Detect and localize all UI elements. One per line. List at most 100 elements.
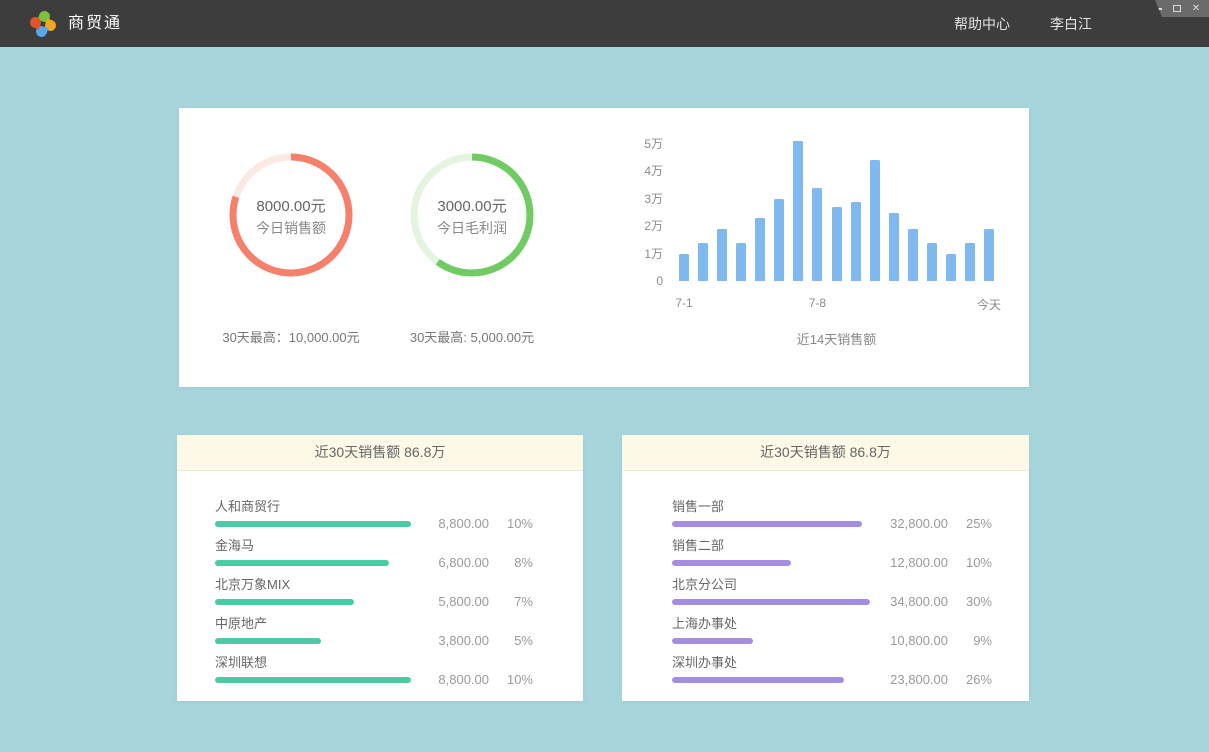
today-profit-label: 今日毛利润 <box>410 218 534 239</box>
rank-row: 销售一部32,800.0025% <box>672 488 992 527</box>
rank-row: 中原地产3,800.005% <box>215 605 533 644</box>
rank-bar <box>672 560 791 566</box>
rank-amount: 32,800.00 <box>870 516 948 531</box>
rank-item: 上海办事处 <box>672 616 870 644</box>
rank-percent: 7% <box>489 594 533 609</box>
rank-item: 北京万象MIX <box>215 577 411 605</box>
rank-row: 深圳联想8,800.0010% <box>215 644 533 683</box>
rank-bar-track <box>215 521 411 527</box>
rank-item-name: 深圳联想 <box>215 655 411 670</box>
rank-item: 人和商贸行 <box>215 499 411 527</box>
close-button[interactable]: ✕ <box>1191 4 1201 14</box>
sales-bar <box>736 243 746 281</box>
rank-row: 人和商贸行8,800.0010% <box>215 488 533 527</box>
titlebar-nav: 帮助中心 李白江 <box>954 0 1092 47</box>
rank-bar <box>672 521 862 527</box>
minimize-icon <box>1154 8 1162 10</box>
ring-center-text: 8000.00元 今日销售额 <box>229 191 353 239</box>
rank-row: 北京万象MIX5,800.007% <box>215 566 533 605</box>
rank-amount: 34,800.00 <box>870 594 948 609</box>
rank-item: 金海马 <box>215 538 411 566</box>
rank-bar <box>215 638 321 644</box>
rank-percent: 10% <box>489 516 533 531</box>
rank-row: 深圳办事处23,800.0026% <box>672 644 992 683</box>
rank-amount: 8,800.00 <box>411 672 489 687</box>
close-icon: ✕ <box>1192 4 1200 14</box>
today-sales-label: 今日销售额 <box>229 218 353 239</box>
rank-item-name: 销售一部 <box>672 499 870 514</box>
user-name-link[interactable]: 李白江 <box>1050 14 1092 34</box>
rank-row: 上海办事处10,800.009% <box>672 605 992 644</box>
sales-bar <box>946 254 956 281</box>
rank-percent: 9% <box>948 633 992 648</box>
y-tick-label: 0 <box>619 274 663 288</box>
x-tick-label: 今天 <box>977 296 1001 313</box>
sales-bar <box>965 243 975 281</box>
rank-amount: 3,800.00 <box>411 633 489 648</box>
rank-percent: 8% <box>489 555 533 570</box>
rank-bar <box>672 677 844 683</box>
rank-item: 北京分公司 <box>672 577 870 605</box>
today-profit-donut: 3000.00元 今日毛利润 <box>410 153 534 277</box>
rank-bar-track <box>215 638 411 644</box>
app-window: 商贸通 帮助中心 李白江 ✕ 8000.00元 今日销售额 30天最 <box>0 0 1209 752</box>
rank-row: 销售二部12,800.0010% <box>672 527 992 566</box>
rank-row: 金海马6,800.008% <box>215 527 533 566</box>
today-profit-value: 3000.00元 <box>410 196 534 218</box>
rank-percent: 10% <box>948 555 992 570</box>
rank-bar-track <box>215 677 411 683</box>
today-sales-donut: 8000.00元 今日销售额 <box>229 153 353 277</box>
app-title: 商贸通 <box>68 0 122 47</box>
rank-bar <box>672 599 870 605</box>
sales-bar <box>793 141 803 281</box>
rank-item-name: 销售二部 <box>672 538 870 553</box>
x-tick-label: 7-1 <box>675 296 692 310</box>
rank-values: 5,800.007% <box>411 594 533 609</box>
ring-center-text: 3000.00元 今日毛利润 <box>410 191 534 239</box>
rank-item-name: 上海办事处 <box>672 616 870 631</box>
rank-item: 销售二部 <box>672 538 870 566</box>
rank-percent: 25% <box>948 516 992 531</box>
rank-percent: 10% <box>489 672 533 687</box>
sales-bar <box>698 243 708 281</box>
rank-item-name: 人和商贸行 <box>215 499 411 514</box>
rank-amount: 5,800.00 <box>411 594 489 609</box>
rank-bar-track <box>672 677 870 683</box>
sales-bar <box>774 199 784 281</box>
sales-bar <box>870 160 880 281</box>
rank-item: 深圳办事处 <box>672 655 870 683</box>
rank-amount: 8,800.00 <box>411 516 489 531</box>
maximize-icon <box>1173 5 1181 12</box>
customer-rank-list: 人和商贸行8,800.0010%金海马6,800.008%北京万象MIX5,80… <box>177 471 583 683</box>
rank-bar <box>672 638 753 644</box>
rank-bar <box>215 560 389 566</box>
rank-amount: 6,800.00 <box>411 555 489 570</box>
sales-bar <box>755 218 765 281</box>
y-tick-label: 1万 <box>619 247 663 261</box>
minimize-button[interactable] <box>1153 4 1163 14</box>
summary-card: 8000.00元 今日销售额 30天最高：10,000.00元 3000.00元… <box>179 108 1029 387</box>
today-sales-value: 8000.00元 <box>229 196 353 218</box>
today-profit-ring-block: 3000.00元 今日毛利润 30天最高: 5,000.00元 <box>372 153 572 346</box>
rank-amount: 12,800.00 <box>870 555 948 570</box>
sales-bar <box>889 213 899 282</box>
rank-values: 8,800.0010% <box>411 516 533 531</box>
rank-values: 8,800.0010% <box>411 672 533 687</box>
sales-bar <box>679 254 689 281</box>
sales-bar <box>812 188 822 281</box>
rank-item-name: 北京万象MIX <box>215 577 411 592</box>
y-tick-label: 3万 <box>619 192 663 206</box>
rank-item: 销售一部 <box>672 499 870 527</box>
rank-bar-track <box>672 638 870 644</box>
rank-item: 深圳联想 <box>215 655 411 683</box>
rank-item-name: 深圳办事处 <box>672 655 870 670</box>
rank-bar-track <box>215 560 411 566</box>
rank-percent: 26% <box>948 672 992 687</box>
rank-bar-track <box>215 599 411 605</box>
rank-bar <box>215 521 411 527</box>
rank-bar <box>215 677 411 683</box>
maximize-button[interactable] <box>1172 4 1182 14</box>
profit-30day-max: 30天最高: 5,000.00元 <box>372 327 572 346</box>
help-center-link[interactable]: 帮助中心 <box>954 14 1010 34</box>
rank-item: 中原地产 <box>215 616 411 644</box>
